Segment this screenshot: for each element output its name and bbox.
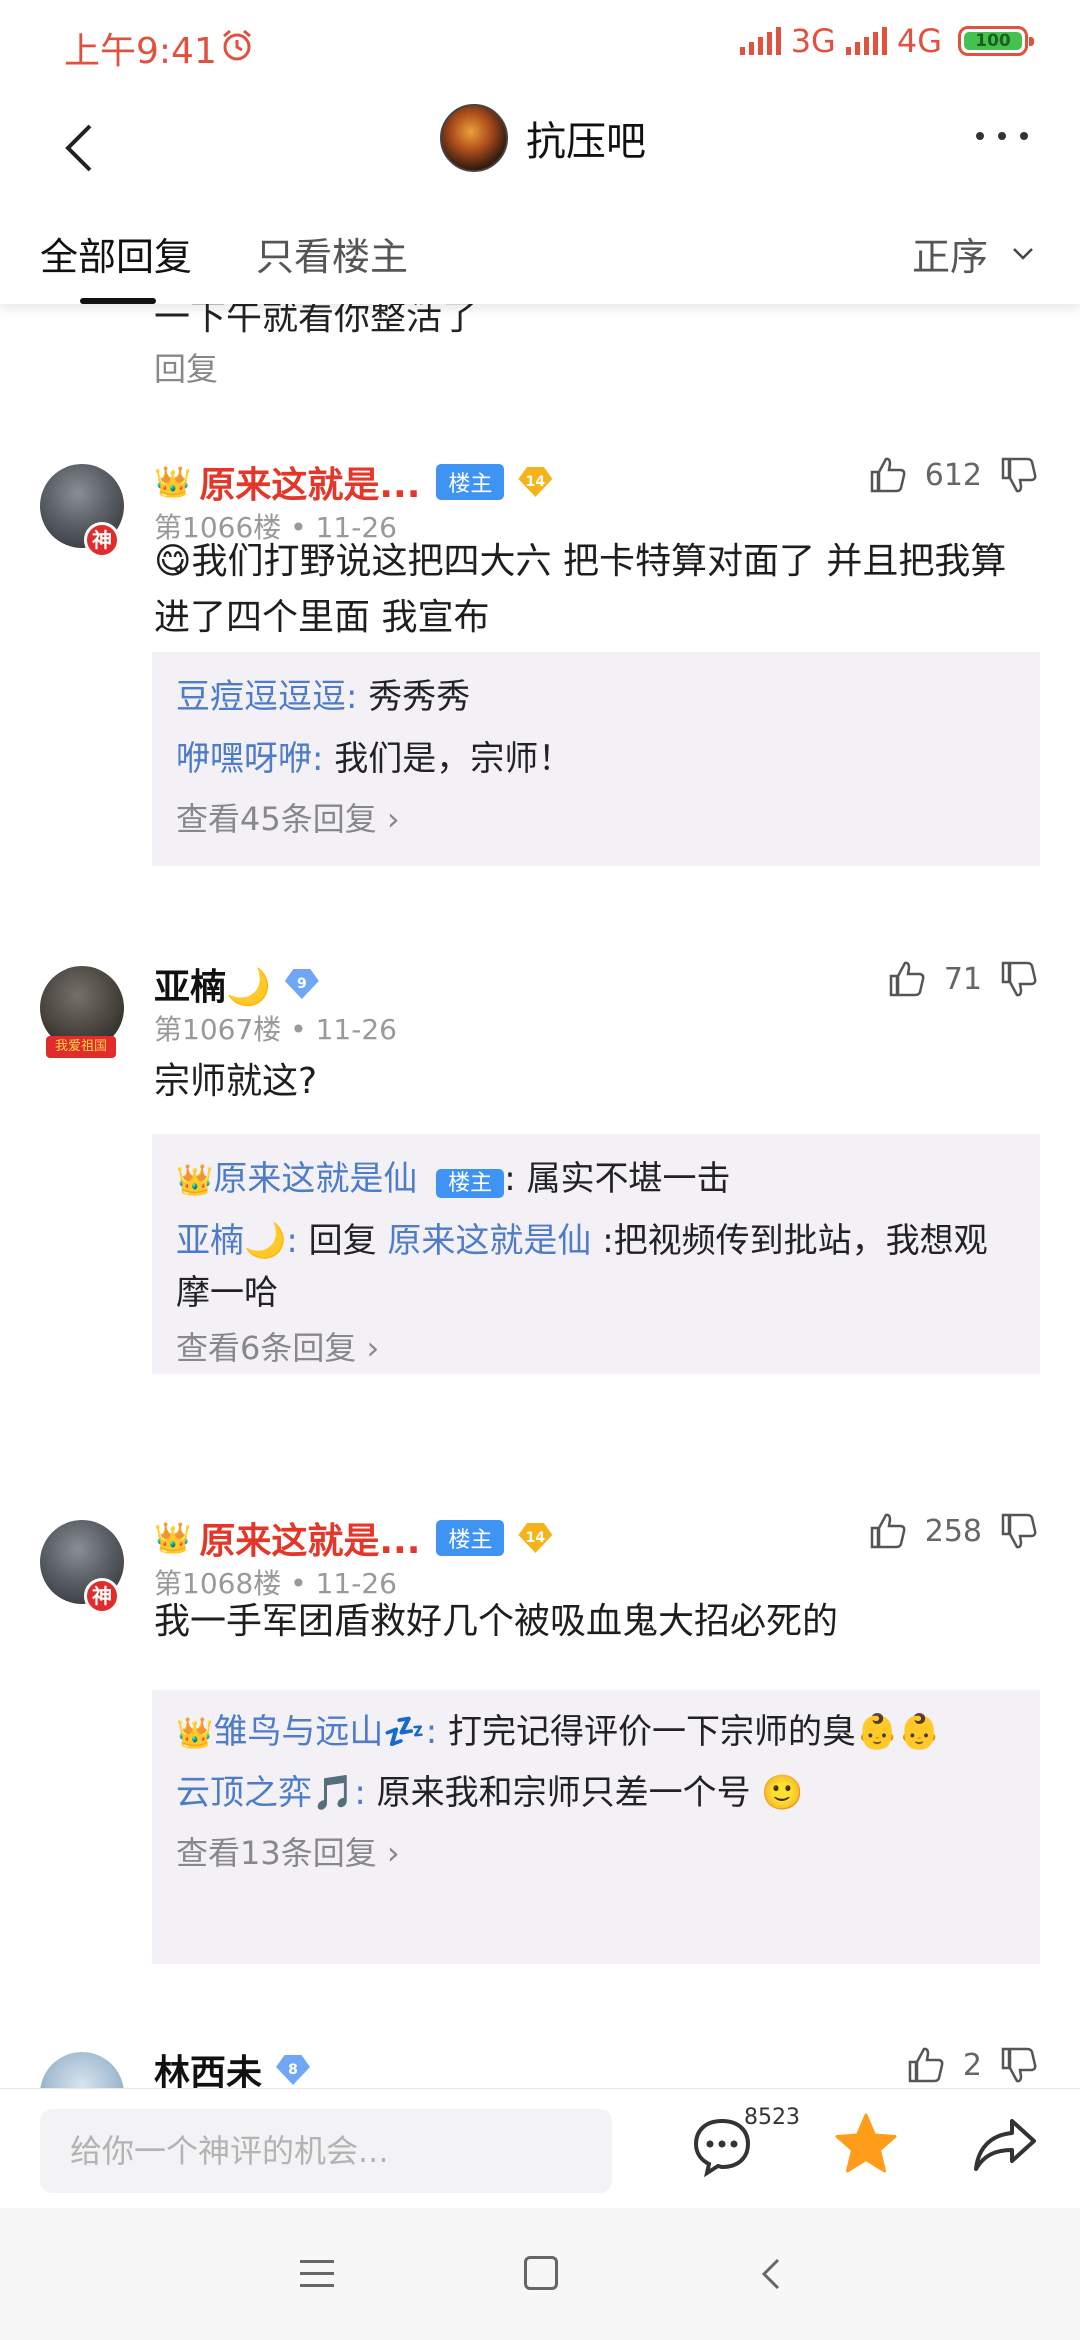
reply-line: 👑雏鸟与远山💤: 打完记得评价一下宗师的臭👶👶	[176, 1712, 941, 1752]
level-badge: 9	[284, 969, 319, 999]
author-row: 亚楠🌙 9	[154, 958, 319, 1010]
floor-number: 第1067楼	[154, 1013, 282, 1046]
reply-author[interactable]: 豆痘逗逗逗:	[176, 677, 357, 717]
reply-preview[interactable]: 👑原来这就是仙 楼主: 属实不堪一击 亚楠🌙: 回复 原来这就是仙 :把视频传到…	[152, 1134, 1040, 1374]
reply-mention[interactable]: 原来这就是仙	[387, 1221, 591, 1261]
network-4g: 4G	[896, 22, 942, 60]
vote-controls: 71	[886, 958, 1040, 1000]
level-badge: 8	[276, 2055, 311, 2085]
tab-indicator	[80, 298, 156, 304]
tab-host-only[interactable]: 只看楼主	[256, 226, 408, 281]
menu-icon[interactable]	[300, 2260, 334, 2296]
status-right: 3G 4G 100	[739, 22, 1034, 60]
comment-input[interactable]: 给你一个神评的机会...	[40, 2109, 612, 2193]
alarm-icon	[223, 29, 251, 61]
sort-label: 正序	[911, 235, 988, 279]
network-3g: 3G	[790, 22, 836, 60]
tab-all-replies[interactable]: 全部回复	[40, 226, 192, 281]
partial-reply-button[interactable]: 回复	[154, 344, 218, 390]
reply-preview[interactable]: 👑雏鸟与远山💤: 打完记得评价一下宗师的臭👶👶 云顶之弈🎵: 原来我和宗师只差一…	[152, 1690, 1040, 1964]
more-icon[interactable]	[976, 132, 1028, 140]
reply-line: 云顶之弈🎵: 原来我和宗师只差一个号 🙂	[176, 1773, 804, 1813]
host-badge: 楼主	[436, 1169, 505, 1198]
crown-icon: 👑	[154, 464, 192, 500]
god-badge-icon: 神	[84, 1578, 120, 1614]
avatar[interactable]	[40, 2052, 124, 2088]
post-meta: 第1067楼 • 11-26	[154, 1013, 397, 1046]
thumbs-down-icon[interactable]	[998, 958, 1040, 1000]
vote-controls: 612	[867, 454, 1040, 496]
share-icon[interactable]	[972, 2115, 1038, 2175]
chevron-down-icon	[1013, 247, 1033, 260]
post-text: 宗师就这?	[154, 1061, 318, 1102]
host-badge: 楼主	[436, 1520, 505, 1556]
crown-icon: 👑	[176, 1163, 214, 1198]
view-more-replies[interactable]: 查看6条回复 ›	[176, 1319, 1016, 1377]
author-row: 👑 原来这就是... 楼主 14	[154, 1512, 553, 1564]
like-count: 2	[962, 2047, 982, 2083]
system-back-icon[interactable]	[756, 2254, 786, 2294]
status-bar: 上午9:41 3G 4G 100	[0, 0, 1080, 92]
reply-preview[interactable]: 豆痘逗逗逗: 秀秀秀 咿嘿呀咿: 我们是，宗师！ 查看45条回复 ›	[152, 652, 1040, 866]
vote-controls: 2	[905, 2044, 1040, 2086]
thumbs-down-icon[interactable]	[998, 454, 1040, 496]
reply-author[interactable]: 亚楠🌙:	[176, 1221, 298, 1261]
filter-tabs: 全部回复 只看楼主 正序	[0, 204, 1080, 304]
author-name[interactable]: 林西未	[154, 2044, 262, 2088]
like-count: 71	[943, 961, 982, 997]
reply-author[interactable]: 原来这就是仙	[213, 1159, 417, 1199]
forum-title: 抗压吧	[526, 119, 646, 165]
thumbs-up-icon[interactable]	[867, 454, 909, 496]
author-name[interactable]: 原来这就是...	[199, 456, 420, 508]
reply-line: 👑原来这就是仙 楼主: 属实不堪一击	[176, 1159, 731, 1199]
reply-author[interactable]: 雏鸟与远山💤:	[213, 1712, 437, 1752]
thumbs-down-icon[interactable]	[998, 2044, 1040, 2086]
like-count: 258	[924, 1513, 982, 1549]
crown-icon: 👑	[154, 1520, 192, 1556]
reply-feed[interactable]: 一下午就看你整活了 回复 神 👑 原来这就是... 楼主 14 第1066楼 •…	[0, 304, 1080, 2088]
post-date: 11-26	[315, 1013, 397, 1046]
bottom-input-bar: 给你一个神评的机会... 8523	[0, 2088, 1080, 2208]
home-icon[interactable]	[524, 2256, 558, 2290]
level-badge: 14	[518, 1523, 553, 1553]
battery-icon: 100	[958, 26, 1034, 56]
level-badge: 14	[518, 467, 553, 497]
author-name[interactable]: 原来这就是...	[199, 1512, 420, 1564]
god-badge-icon: 神	[84, 522, 120, 558]
author-name[interactable]: 亚楠🌙	[154, 958, 271, 1010]
reply-line: 亚楠🌙: 回复 原来这就是仙 :把视频传到批站，我想观摩一哈	[176, 1221, 988, 1313]
host-badge: 楼主	[436, 464, 505, 500]
back-icon[interactable]	[54, 108, 102, 188]
thumbs-up-icon[interactable]	[905, 2044, 947, 2086]
system-nav-bar	[0, 2208, 1080, 2340]
thumbs-up-icon[interactable]	[886, 958, 928, 1000]
signal-icon	[739, 27, 781, 55]
reply-line: 咿嘿呀咿: 我们是，宗师！	[176, 739, 573, 779]
star-icon[interactable]	[832, 2111, 900, 2179]
author-row: 👑 原来这就是... 楼主 14	[154, 456, 553, 508]
sort-dropdown[interactable]: 正序	[912, 226, 1034, 281]
vote-controls: 258	[867, 1510, 1040, 1552]
view-more-replies[interactable]: 查看45条回复 ›	[176, 790, 1016, 848]
comment-count: 8523	[744, 2105, 800, 2130]
reply-line: 豆痘逗逗逗: 秀秀秀	[176, 677, 471, 717]
like-count: 612	[924, 457, 982, 493]
top-nav: 抗压吧	[0, 92, 1080, 204]
forum-header[interactable]: 抗压吧	[440, 104, 646, 172]
thumbs-down-icon[interactable]	[998, 1510, 1040, 1552]
post-emoji: 😋	[154, 541, 192, 582]
status-time: 上午9:41	[64, 31, 217, 72]
crown-icon: 👑	[176, 1716, 214, 1751]
signal-icon	[845, 27, 887, 55]
reply-author[interactable]: 云顶之弈🎵:	[176, 1773, 366, 1813]
view-more-replies[interactable]: 查看13条回复 ›	[176, 1824, 1016, 1882]
flag-badge: 我爱祖国	[46, 1036, 116, 1058]
reply-author[interactable]: 咿嘿呀咿:	[176, 739, 323, 779]
forum-logo	[440, 104, 508, 172]
post-text: 我一手军团盾救好几个被吸血鬼大招必死的	[154, 1601, 839, 1642]
author-row: 林西未 8	[154, 2044, 311, 2088]
post-text: 😋我们打野说这把四大六 把卡特算对面了 并且把我算进了四个里面 我宣布	[154, 541, 1007, 638]
partial-post-text: 一下午就看你整活了	[154, 304, 479, 338]
thumbs-up-icon[interactable]	[867, 1510, 909, 1552]
